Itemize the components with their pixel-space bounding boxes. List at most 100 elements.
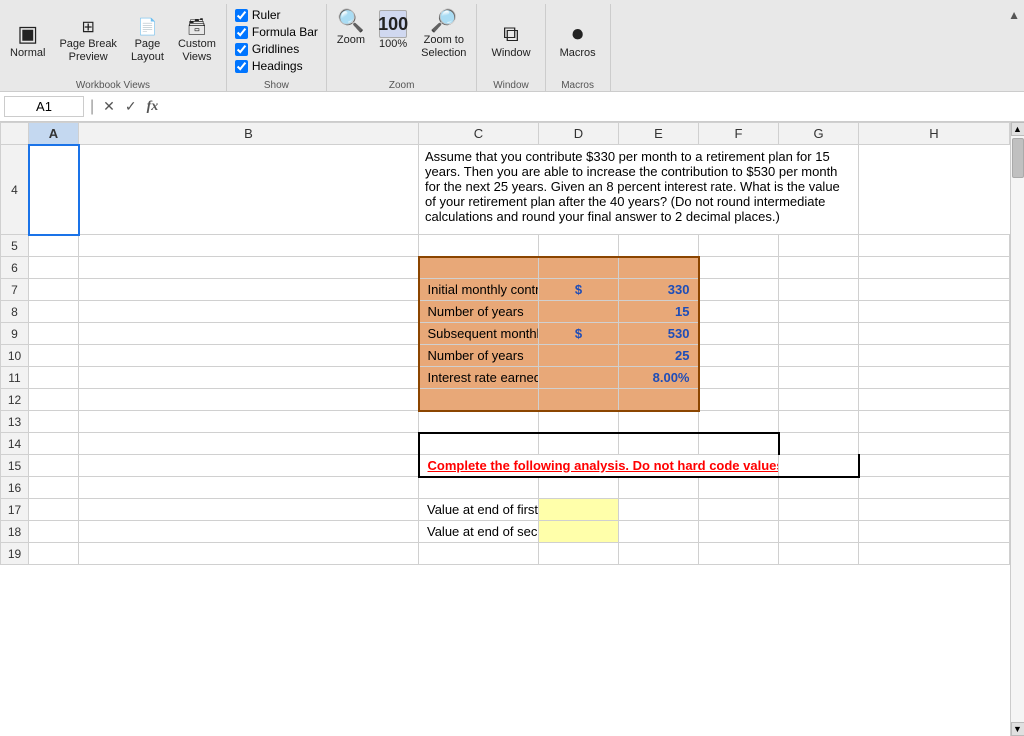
normal-button[interactable]: ▣ Normal [4,6,51,78]
cell-e6[interactable] [619,257,699,279]
cell-h19[interactable] [859,543,1010,565]
cell-h15[interactable] [859,455,1010,477]
cell-a10[interactable] [29,345,79,367]
cell-b6[interactable] [79,257,419,279]
cell-c17[interactable]: Value at end of first set of contributio… [419,499,539,521]
cell-d10[interactable] [539,345,619,367]
cell-h12[interactable] [859,389,1010,411]
cell-a5[interactable] [29,235,79,257]
cell-a16[interactable] [29,477,79,499]
cell-d9[interactable]: $ [539,323,619,345]
cell-g15[interactable] [779,455,859,477]
cell-e8[interactable]: 15 [619,301,699,323]
cell-d5[interactable] [539,235,619,257]
col-header-c[interactable]: C [419,123,539,145]
cell-a15[interactable] [29,455,79,477]
headings-checkbox[interactable] [235,60,248,73]
cell-f11[interactable] [699,367,779,389]
cell-a8[interactable] [29,301,79,323]
cell-e7[interactable]: 330 [619,279,699,301]
cell-a19[interactable] [29,543,79,565]
macros-button[interactable]: ⏺ Macros [554,19,602,64]
cell-b15[interactable] [79,455,419,477]
cell-b9[interactable] [79,323,419,345]
col-header-d[interactable]: D [539,123,619,145]
cell-g12[interactable] [779,389,859,411]
cell-c5[interactable] [419,235,539,257]
cell-d13[interactable] [539,411,619,433]
right-scrollbar[interactable]: ▲ ▼ [1010,122,1024,736]
cell-h8[interactable] [859,301,1010,323]
cell-g13[interactable] [779,411,859,433]
cell-h7[interactable] [859,279,1010,301]
cell-c12[interactable] [419,389,539,411]
cell-f14[interactable] [699,433,779,455]
cell-a7[interactable] [29,279,79,301]
cell-g6[interactable] [779,257,859,279]
cell-f18[interactable] [699,521,779,543]
cell-h14[interactable] [859,433,1010,455]
col-header-h[interactable]: H [859,123,1010,145]
custom-views-button[interactable]: 🗃 Custom Views [172,6,222,78]
cell-b10[interactable] [79,345,419,367]
cell-d18[interactable] [539,521,619,543]
cell-c13[interactable] [419,411,539,433]
cell-b11[interactable] [79,367,419,389]
cell-e16[interactable] [619,477,699,499]
cell-b13[interactable] [79,411,419,433]
cell-e19[interactable] [619,543,699,565]
cell-d12[interactable] [539,389,619,411]
col-header-e[interactable]: E [619,123,699,145]
cell-b17[interactable] [79,499,419,521]
cell-c19[interactable] [419,543,539,565]
cell-f19[interactable] [699,543,779,565]
cell-e13[interactable] [619,411,699,433]
cell-e14[interactable] [619,433,699,455]
cell-a12[interactable] [29,389,79,411]
cell-b7[interactable] [79,279,419,301]
cell-d7[interactable]: $ [539,279,619,301]
formula-input[interactable] [165,99,1020,114]
cell-f10[interactable] [699,345,779,367]
cell-c11[interactable]: Interest rate earned [419,367,539,389]
cell-a13[interactable] [29,411,79,433]
cell-h6[interactable] [859,257,1010,279]
cell-f8[interactable] [699,301,779,323]
cell-f13[interactable] [699,411,779,433]
col-header-f[interactable]: F [699,123,779,145]
col-header-b[interactable]: B [79,123,419,145]
cell-h5[interactable] [859,235,1010,257]
cell-d6[interactable] [539,257,619,279]
cell-g14[interactable] [779,433,859,455]
cell-d19[interactable] [539,543,619,565]
cell-a6[interactable] [29,257,79,279]
collapse-icon[interactable]: ▲ [1008,8,1020,22]
cell-b18[interactable] [79,521,419,543]
cell-g10[interactable] [779,345,859,367]
cell-c16[interactable] [419,477,539,499]
cell-e10[interactable]: 25 [619,345,699,367]
cell-a11[interactable] [29,367,79,389]
cell-f17[interactable] [699,499,779,521]
cell-h10[interactable] [859,345,1010,367]
scroll-thumb[interactable] [1012,138,1024,178]
gridlines-checkbox[interactable] [235,43,248,56]
cell-b4[interactable] [79,145,419,235]
cell-f9[interactable] [699,323,779,345]
cell-f16[interactable] [699,477,779,499]
cell-g8[interactable] [779,301,859,323]
cell-c6[interactable] [419,257,539,279]
cell-c7[interactable]: Initial monthly contribution [419,279,539,301]
cell-h11[interactable] [859,367,1010,389]
cell-f6[interactable] [699,257,779,279]
formula-bar-checkbox[interactable] [235,26,248,39]
cell-d17[interactable] [539,499,619,521]
scroll-down-arrow[interactable]: ▼ [1011,722,1024,736]
cell-a14[interactable] [29,433,79,455]
page-layout-button[interactable]: 📄 Page Layout [125,6,170,78]
cell-f12[interactable] [699,389,779,411]
cell-h13[interactable] [859,411,1010,433]
ribbon-collapse[interactable]: ▲ [1004,4,1024,91]
cell-e9[interactable]: 530 [619,323,699,345]
gridlines-checkbox-row[interactable]: Gridlines [235,42,318,56]
